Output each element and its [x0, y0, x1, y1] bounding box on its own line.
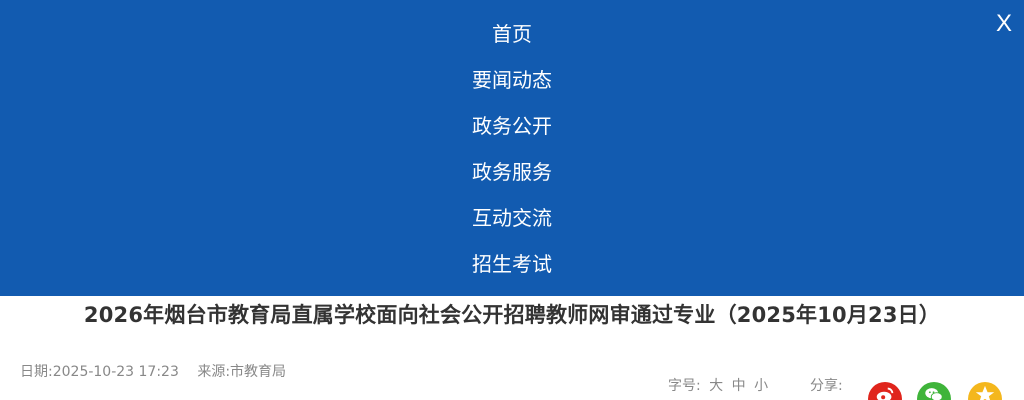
nav-menu: 首页 要闻动态 政务公开 政务服务 互动交流 招生考试 — [0, 11, 1024, 287]
close-menu-button[interactable]: X — [996, 8, 1012, 40]
nav-item-home[interactable]: 首页 — [0, 11, 1024, 57]
share-label: 分享: — [810, 378, 843, 394]
nav-item-news[interactable]: 要闻动态 — [0, 57, 1024, 103]
article-source: 来源:市教育局 — [197, 364, 287, 380]
font-size-small-button[interactable]: 小 — [754, 378, 768, 394]
nav-item-gov-info[interactable]: 政务公开 — [0, 103, 1024, 149]
nav-item-interaction[interactable]: 互动交流 — [0, 195, 1024, 241]
nav-menu-overlay: 首页 要闻动态 政务公开 政务服务 互动交流 招生考试 X — [0, 0, 1024, 296]
article-date: 日期:2025-10-23 17:23 — [20, 364, 179, 380]
nav-item-enrollment[interactable]: 招生考试 — [0, 241, 1024, 287]
article-title: 2026年烟台市教育局直属学校面向社会公开招聘教师网审通过专业（2025年10月… — [83, 303, 941, 327]
font-size-large-button[interactable]: 大 — [709, 378, 723, 394]
article-meta: 日期:2025-10-23 17:23 来源:市教育局 — [20, 362, 300, 382]
wechat-icon[interactable] — [917, 382, 951, 400]
qzone-icon[interactable] — [968, 382, 1002, 400]
weibo-icon[interactable] — [868, 382, 902, 400]
nav-item-gov-service[interactable]: 政务服务 — [0, 149, 1024, 195]
font-size-medium-button[interactable]: 中 — [732, 378, 746, 394]
font-size-control: 字号: 大 中 小 — [668, 376, 768, 396]
font-size-label: 字号: — [668, 378, 701, 394]
